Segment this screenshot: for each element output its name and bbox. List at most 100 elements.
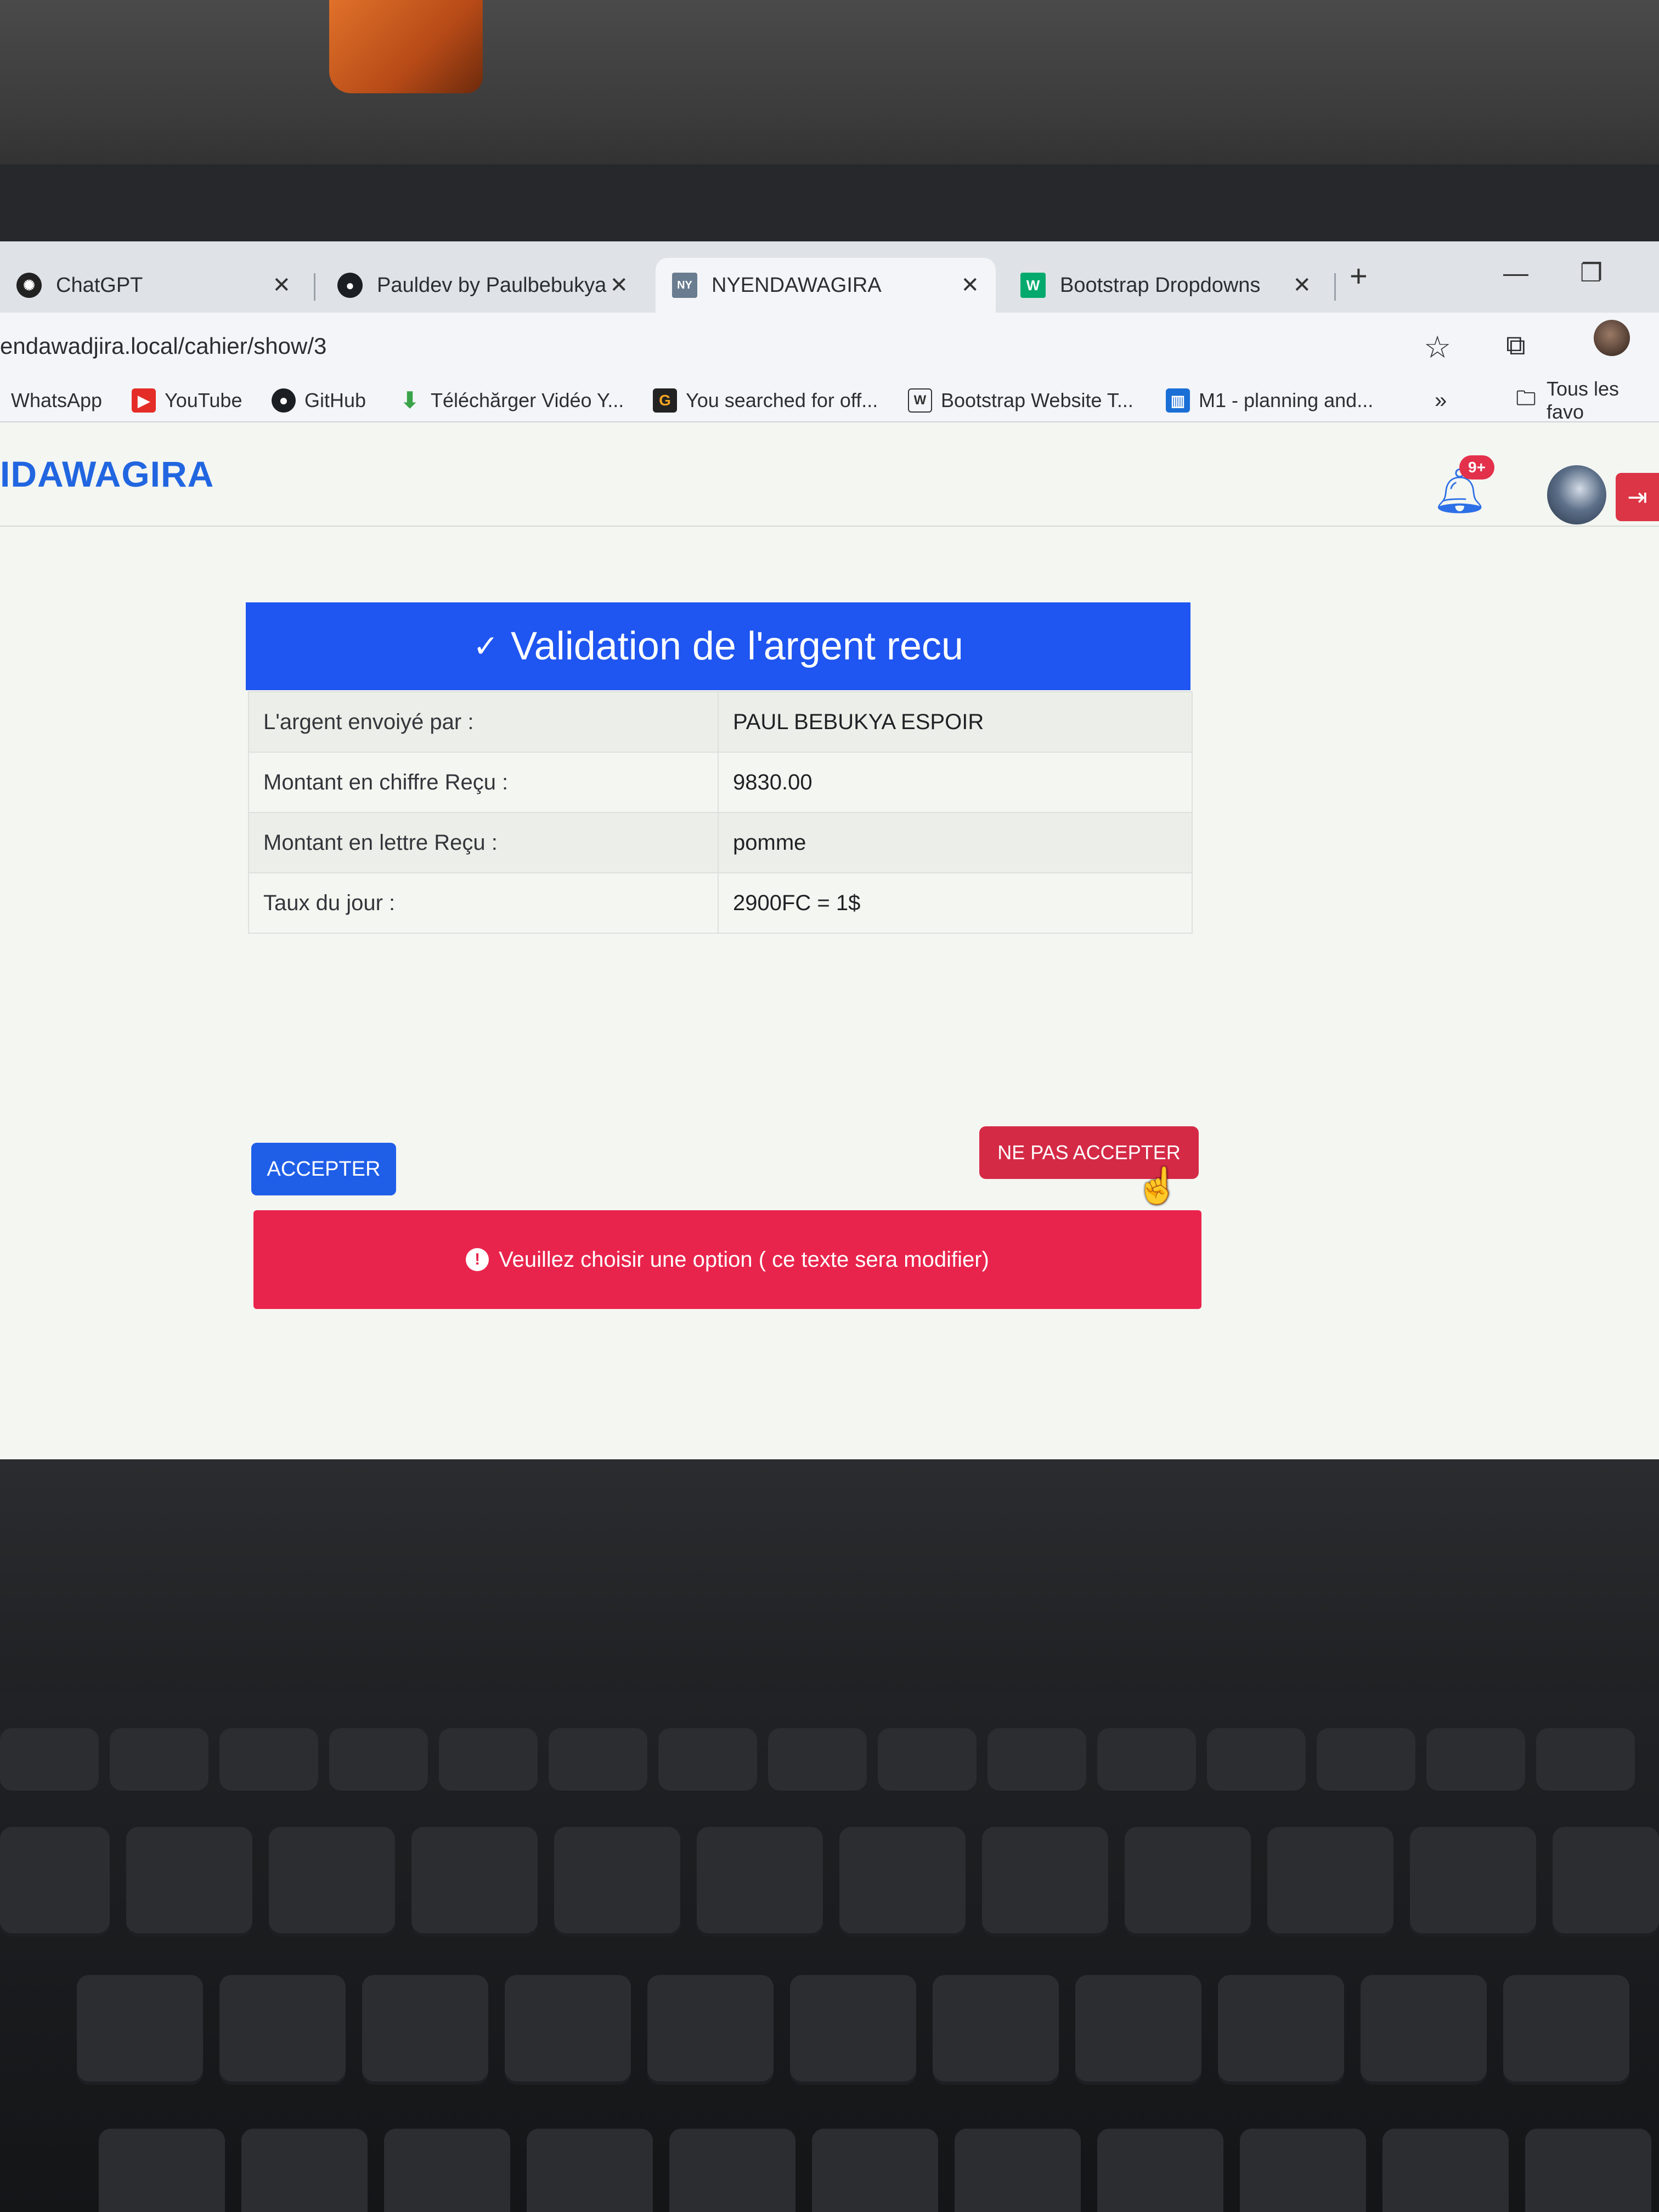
keyboard-key (1125, 1827, 1251, 1937)
bookmark-folder-tous-les-favoris[interactable]: 🗀 Tous les favo (1514, 377, 1659, 423)
row-value: 9830.00 (718, 752, 1193, 813)
keyboard-key (1097, 2129, 1223, 2212)
tab-label: ChatGPT (56, 273, 143, 297)
more-bookmarks-button[interactable]: » (1435, 384, 1447, 417)
keyboard-key (99, 2129, 225, 2212)
row-label: L'argent envoiyé par : (248, 691, 719, 753)
card-title: Validation de l'argent recu (510, 624, 963, 668)
keyboard-key (1503, 1975, 1629, 2085)
tab-bootstrap-dropdowns[interactable]: W Bootstrap Dropdowns ✕ (1004, 258, 1328, 313)
bookmark-label: You searched for off... (686, 389, 878, 411)
keyboard-key (878, 1728, 977, 1794)
logout-icon: ⇥ (1627, 483, 1647, 511)
chatgpt-icon: ✺ (16, 273, 42, 298)
web-page: IDAWAGIRA 🔔︎ 9+ ⇥ ✓ Validation de l'arge… (0, 422, 1659, 1465)
tab-label: Pauldev by Paulbebukya (377, 273, 607, 297)
keyboard-key (554, 1827, 680, 1937)
bookmark-bootstrap-website[interactable]: W Bootstrap Website T... (908, 384, 1133, 417)
bookmark-github[interactable]: ● GitHub (272, 384, 366, 417)
close-icon[interactable]: ✕ (1293, 273, 1311, 298)
minimize-icon[interactable]: — (1503, 258, 1528, 287)
row-value: pomme (718, 812, 1193, 873)
row-label: Montant en chiffre Reçu : (248, 752, 719, 813)
keyboard-key (1426, 1728, 1525, 1794)
url-field[interactable]: endawadjira.local/cahier/show/3 (0, 327, 1404, 365)
tab-nyendawagira[interactable]: NY NYENDAWAGIRA ✕ (656, 258, 996, 313)
keyboard-key (982, 1827, 1108, 1937)
star-icon[interactable]: ☆ (1424, 329, 1451, 365)
tab-chatgpt[interactable]: ✺ ChatGPT ✕ (0, 258, 307, 313)
laptop-bezel-top (0, 165, 1659, 252)
keyboard-key (0, 1827, 110, 1937)
keyboard-key (527, 2129, 653, 2212)
row-value: 2900FC = 1$ (718, 872, 1193, 934)
bookmark-label: GitHub (304, 389, 366, 411)
bookmark-label: WhatsApp (11, 389, 103, 411)
background-object (329, 0, 483, 93)
logout-button[interactable]: ⇥ (1616, 473, 1659, 521)
bookmark-you-searched[interactable]: G You searched for off... (653, 384, 878, 417)
keyboard-key (126, 1827, 252, 1937)
bookmark-telecharger[interactable]: ⬇ Téléchărger Vidéo Y... (398, 384, 624, 417)
browser-tab-bar: ✺ ChatGPT ✕ ● Pauldev by Paulbebukya ✕ N… (0, 241, 1659, 313)
github-icon: ● (337, 273, 363, 298)
laptop-bezel-bottom (0, 1459, 1659, 1690)
youtube-icon: ▶ (132, 388, 156, 413)
row-label: Montant en lettre Reçu : (248, 812, 719, 873)
bookmarks-bar: WhatsApp ▶ YouTube ● GitHub ⬇ Téléchărge… (0, 377, 1659, 423)
bookmark-label: M1 - planning and... (1199, 389, 1374, 411)
keyboard-key (988, 1728, 1086, 1794)
keyboard-key (269, 1827, 395, 1937)
validation-table: L'argent envoiyé par : PAUL BEBUKYA ESPO… (248, 691, 1193, 934)
keyboard-key (697, 1827, 823, 1937)
extensions-icon[interactable]: ⧉ (1506, 329, 1526, 362)
keyboard-key (1317, 1728, 1415, 1794)
keyboard-key (1240, 2129, 1366, 2212)
keyboard-key (219, 1975, 346, 2085)
bookmark-label: YouTube (165, 389, 242, 411)
keyboard-key (219, 1728, 318, 1794)
keyboard-key (505, 1975, 631, 2085)
w-icon: W (908, 388, 932, 413)
bookmark-label: Téléchărger Vidéo Y... (431, 389, 624, 411)
bookmark-youtube[interactable]: ▶ YouTube (132, 384, 242, 417)
keyboard-key (1267, 1827, 1393, 1937)
alert-message: ! Veuillez choisir une option ( ce texte… (253, 1210, 1201, 1309)
keyboard-key (362, 1975, 488, 2085)
keyboard-key (549, 1728, 647, 1794)
row-label: Taux du jour : (248, 872, 719, 934)
bookmark-label: Bootstrap Website T... (941, 389, 1133, 411)
hand-cursor-icon: ☝ (1136, 1166, 1180, 1205)
download-arrow-icon: ⬇ (400, 388, 419, 413)
bookmark-whatsapp[interactable]: WhatsApp (0, 384, 102, 417)
row-value: PAUL BEBUKYA ESPOIR (718, 691, 1193, 753)
keyboard-key (0, 1728, 99, 1794)
restore-icon[interactable]: ❐ (1580, 258, 1602, 287)
check-icon: ✓ (473, 629, 499, 663)
close-icon[interactable]: ✕ (961, 273, 979, 298)
new-tab-button[interactable]: + (1350, 258, 1368, 294)
keyboard-key (1218, 1975, 1344, 2085)
tab-divider (1334, 273, 1336, 301)
site-brand[interactable]: IDAWAGIRA (0, 453, 214, 495)
exclamation-icon: ! (466, 1248, 489, 1271)
laptop-keyboard (0, 1690, 1659, 2212)
keyboard-key (1383, 2129, 1509, 2212)
notification-badge: 9+ (1459, 455, 1494, 479)
site-favicon: NY (672, 273, 697, 298)
github-icon: ● (272, 388, 296, 413)
browser-profile-avatar[interactable] (1594, 320, 1630, 356)
accept-button[interactable]: ACCEPTER (251, 1143, 396, 1195)
table-row: Taux du jour : 2900FC = 1$ (248, 872, 1193, 934)
close-icon[interactable]: ✕ (610, 273, 628, 298)
user-avatar[interactable] (1547, 465, 1606, 524)
close-icon[interactable]: ✕ (272, 273, 291, 298)
card-header: ✓ Validation de l'argent recu (246, 602, 1190, 690)
tab-pauldev[interactable]: ● Pauldev by Paulbebukya ✕ (321, 258, 645, 313)
keyboard-key (812, 2129, 938, 2212)
bookmark-m1-planning[interactable]: ▥ M1 - planning and... (1166, 384, 1373, 417)
keyboard-key (658, 1728, 757, 1794)
table-row: Montant en lettre Reçu : pomme (248, 812, 1193, 873)
table-row: Montant en chiffre Reçu : 9830.00 (248, 752, 1193, 813)
keyboard-key (1410, 1827, 1536, 1937)
